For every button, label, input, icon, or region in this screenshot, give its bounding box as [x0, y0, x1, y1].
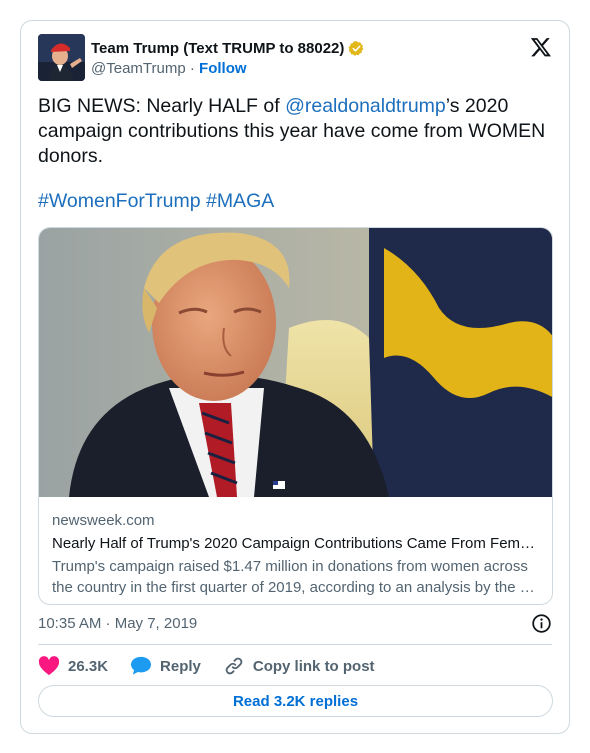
link-title: Nearly Half of Trump's 2020 Campaign Con… [52, 535, 536, 552]
link-description: Trump's campaign raised $1.47 million in… [52, 558, 535, 596]
heart-icon [38, 656, 60, 676]
link-preview-card[interactable]: newsweek.com Nearly Half of Trump's 2020… [38, 227, 553, 605]
author-avatar[interactable] [38, 34, 85, 81]
tweet-text: BIG NEWS: Nearly HALF of @realdonaldtrum… [38, 94, 548, 169]
copy-link-label: Copy link to post [252, 657, 375, 675]
tweet-embed-card: Team Trump (Text TRUMP to 88022) @TeamTr… [20, 20, 570, 734]
divider [38, 644, 552, 645]
link-icon [225, 657, 243, 675]
verified-badge-icon [349, 40, 364, 56]
speech-bubble-icon [131, 656, 152, 675]
article-photo [39, 228, 552, 497]
author-name-row: Team Trump (Text TRUMP to 88022) [91, 37, 365, 59]
link-preview-image[interactable] [39, 228, 552, 497]
author-handle[interactable]: @TeamTrump [91, 60, 186, 77]
reply-button[interactable]: Reply [130, 656, 201, 676]
author-handle-row: @TeamTrump · Follow [91, 60, 247, 77]
action-bar: 26.3K Reply Copy link to post [38, 653, 397, 679]
copy-link-button[interactable]: Copy link to post [223, 656, 375, 676]
link-domain: newsweek.com [52, 512, 155, 529]
read-replies-label: Read 3.2K replies [232, 692, 359, 710]
reply-label: Reply [160, 657, 201, 675]
like-button[interactable]: 26.3K [38, 656, 108, 676]
hashtag-link[interactable]: #MAGA [206, 190, 274, 212]
link-preview-meta: newsweek.com Nearly Half of Trump's 2020… [52, 511, 542, 598]
hashtag-row: #WomenForTrump #MAGA [38, 189, 274, 214]
x-logo-icon[interactable] [530, 36, 552, 58]
tweet-text-start: BIG NEWS: Nearly HALF of [38, 95, 286, 117]
author-display-name[interactable]: Team Trump (Text TRUMP to 88022) [91, 40, 344, 57]
tweet-timestamp[interactable]: 10:35 AM · May 7, 2019 [38, 615, 197, 632]
handle-separator: · [189, 60, 195, 77]
avatar-image [38, 34, 85, 81]
follow-button[interactable]: Follow [199, 60, 247, 77]
read-replies-button[interactable]: Read 3.2K replies [38, 685, 553, 717]
mention-link[interactable]: @realdonaldtrump [285, 95, 446, 117]
like-count: 26.3K [68, 657, 109, 675]
hashtag-link[interactable]: #WomenForTrump [38, 190, 201, 212]
info-icon[interactable] [531, 613, 552, 634]
